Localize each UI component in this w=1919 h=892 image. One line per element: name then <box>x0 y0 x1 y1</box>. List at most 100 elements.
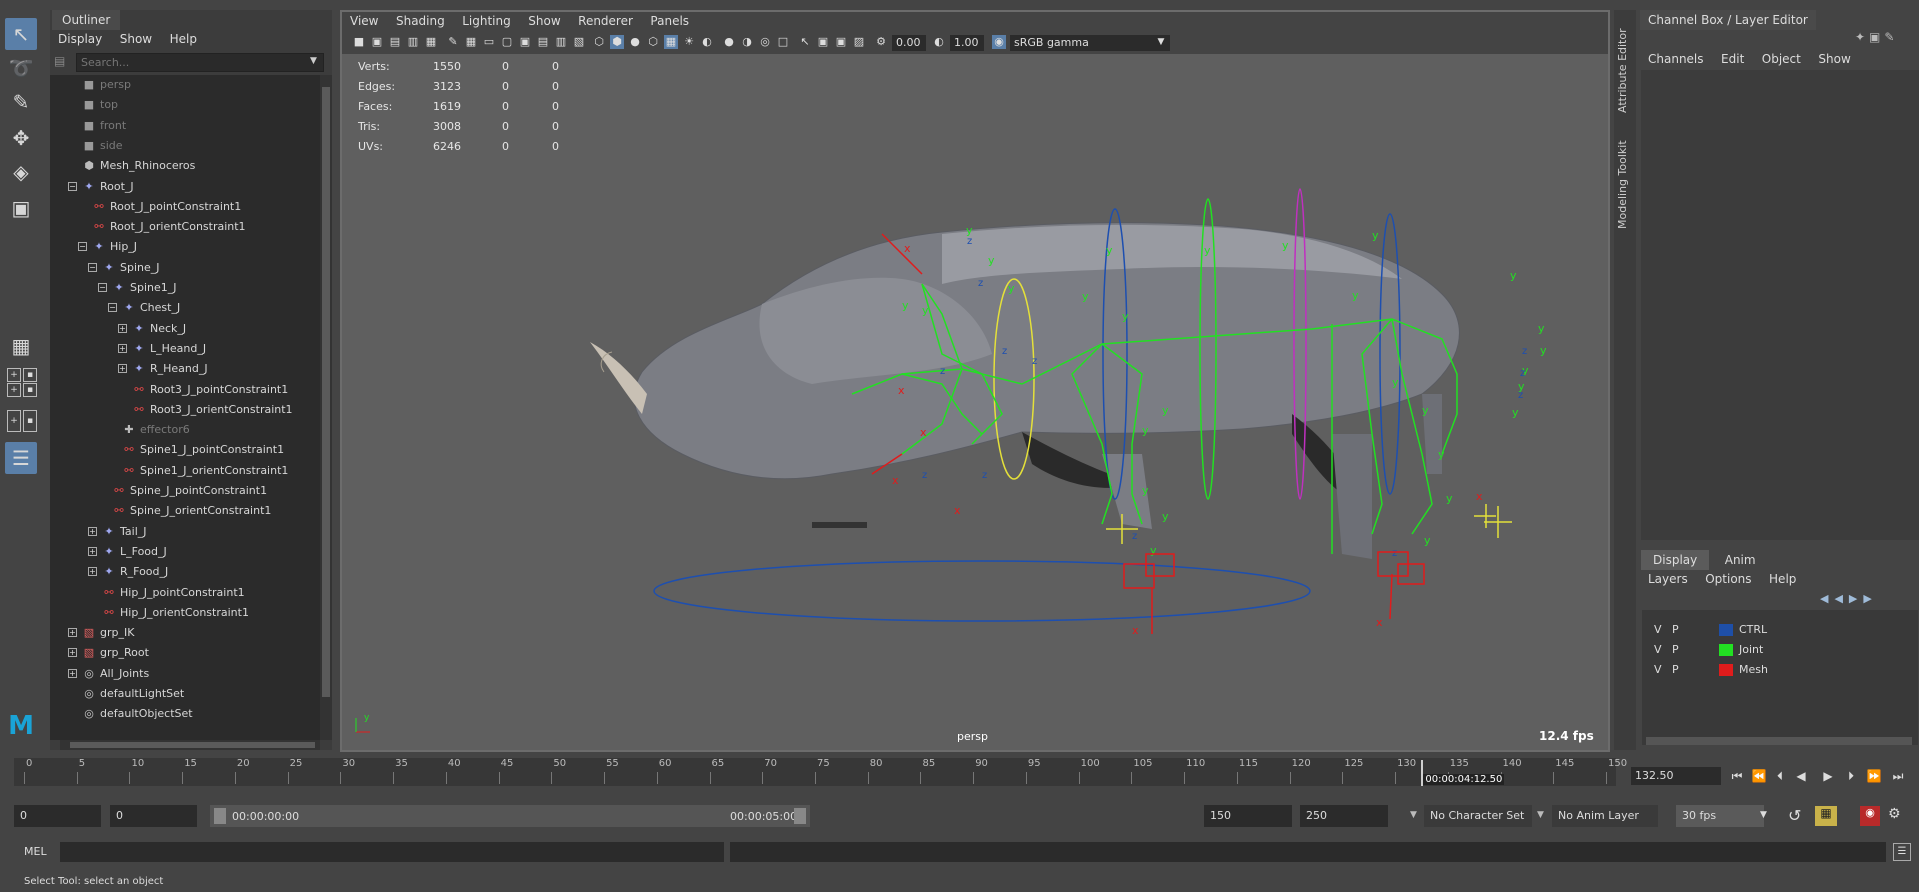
layer-visibility-toggle[interactable]: V <box>1654 620 1662 640</box>
screen-space-ao-icon[interactable]: ● <box>722 35 736 49</box>
collapse-icon[interactable]: − <box>68 181 77 191</box>
layer-playback-toggle[interactable]: P <box>1672 660 1679 680</box>
range-end-handle[interactable] <box>794 808 806 824</box>
image-plane-icon[interactable]: ▥ <box>406 35 420 49</box>
outliner-item[interactable]: ■ persp <box>82 75 131 95</box>
outliner-search-input[interactable] <box>76 53 324 72</box>
layer-action-icons[interactable]: ◀◀▶▶ <box>1820 592 1916 606</box>
outliner-item[interactable]: ⚯ Hip_J_orientConstraint1 <box>102 603 249 623</box>
color-management-icon[interactable]: ◉ <box>992 35 1006 49</box>
auto-key-icon[interactable]: ▦ <box>1815 806 1837 826</box>
tab-attribute-editor[interactable]: Attribute Editor <box>1616 24 1634 118</box>
scale-tool-icon[interactable]: ▣ <box>5 192 37 224</box>
bookmark-icon[interactable]: ▤ <box>388 35 402 49</box>
outliner-item[interactable]: ◎ defaultLightSet <box>82 684 184 704</box>
outliner-item[interactable]: + ✦ L_Food_J <box>88 542 167 562</box>
outliner-menu-help[interactable]: Help <box>170 30 197 48</box>
xray-components-icon[interactable]: ▨ <box>852 35 866 49</box>
move-tool-icon[interactable]: ✥ <box>5 122 37 154</box>
outliner-item[interactable]: ◎ defaultObjectSet <box>82 704 192 724</box>
play-backwards-icon[interactable]: ◀ <box>1793 768 1809 784</box>
filter-icon[interactable]: ▤ <box>54 54 70 70</box>
layer-menu-layers[interactable]: Layers <box>1648 570 1688 588</box>
outliner-item[interactable]: ■ side <box>82 136 123 156</box>
outliner-item[interactable]: ⬢ Mesh_Rhinoceros <box>82 156 195 176</box>
isolate-select-icon[interactable]: ↖ <box>798 35 812 49</box>
depth-of-field-icon[interactable]: □ <box>776 35 790 49</box>
go-to-end-icon[interactable]: ⏭ <box>1890 768 1906 784</box>
tab-anim[interactable]: Anim <box>1713 550 1768 570</box>
viewport-menu-panels[interactable]: Panels <box>650 12 689 30</box>
layer-hscrollbar[interactable] <box>1646 737 1912 745</box>
outliner-item[interactable]: ⚯ Root3_J_pointConstraint1 <box>132 380 288 400</box>
outliner-item[interactable]: − ✦ Spine_J <box>88 258 160 278</box>
channel-menu-edit[interactable]: Edit <box>1721 50 1744 68</box>
step-back-key-icon[interactable]: ⏪ <box>1751 768 1767 784</box>
select-tool-icon[interactable]: ↖ <box>5 18 37 50</box>
settings-icon[interactable]: ⚙ <box>1888 806 1908 826</box>
shadows-icon[interactable]: ◐ <box>700 35 714 49</box>
range-slider[interactable]: 00:00:00:00 00:00:05:00 <box>210 805 810 827</box>
outliner-item[interactable]: ⚯ Root_J_pointConstraint1 <box>92 197 241 217</box>
camera-select-icon[interactable]: ■ <box>352 35 366 49</box>
play-forwards-icon[interactable]: ▶ <box>1820 768 1836 784</box>
layout-persp-icon[interactable]: ▪ <box>23 368 37 382</box>
wireframe-on-shaded-icon[interactable]: ⬡ <box>646 35 660 49</box>
animation-start-field[interactable]: 0 <box>14 805 101 827</box>
tab-modeling-toolkit[interactable]: Modeling Toolkit <box>1616 136 1634 234</box>
fps-dropdown[interactable]: 30 fps <box>1676 805 1764 827</box>
layer-color-swatch[interactable] <box>1719 664 1733 676</box>
expand-icon[interactable]: + <box>68 668 77 678</box>
default-material-icon[interactable]: ● <box>628 35 642 49</box>
expand-icon[interactable]: + <box>118 343 127 353</box>
time-slider[interactable]: 0 5 10 15 20 25 30 35 40 45 50 55 60 65 70 75 80 85 90 95 10… <box>14 758 1627 786</box>
layout-stack-icon[interactable]: ▪ <box>23 410 37 432</box>
viewport-menu-show[interactable]: Show <box>528 12 560 30</box>
safe-title-icon[interactable]: ▧ <box>572 35 586 49</box>
channel-menu-object[interactable]: Object <box>1762 50 1801 68</box>
use-all-lights-icon[interactable]: ☀ <box>682 35 696 49</box>
search-dropdown-icon[interactable]: ▼ <box>310 56 317 66</box>
motion-blur-icon[interactable]: ◑ <box>740 35 754 49</box>
gate-mask-icon[interactable]: ▣ <box>518 35 532 49</box>
viewport-panel[interactable]: View Shading Lighting Show Renderer Pane… <box>340 10 1610 752</box>
layer-playback-toggle[interactable]: P <box>1672 640 1679 660</box>
rotate-tool-icon[interactable]: ◈ <box>5 156 37 188</box>
viewport-menu-renderer[interactable]: Renderer <box>578 12 633 30</box>
layer-visibility-toggle[interactable]: V <box>1654 640 1662 660</box>
outliner-item[interactable]: + ▧ grp_Root <box>68 643 149 663</box>
field-chart-icon[interactable]: ▤ <box>536 35 550 49</box>
smooth-shade-icon[interactable]: ⬢ <box>610 35 624 49</box>
outliner-menu-show[interactable]: Show <box>120 30 152 48</box>
collapse-icon[interactable]: − <box>88 262 97 272</box>
outliner-item[interactable]: ⚯ Root3_J_orientConstraint1 <box>132 400 292 420</box>
tab-display[interactable]: Display <box>1641 550 1710 570</box>
playback-end-field[interactable]: 150 <box>1204 805 1292 827</box>
layout-two-icon[interactable]: + <box>7 383 21 397</box>
lasso-tool-icon[interactable]: ➰ <box>5 52 37 84</box>
outliner-item[interactable]: ■ front <box>82 116 126 136</box>
channel-menu-show[interactable]: Show <box>1818 50 1850 68</box>
channel-menu-channels[interactable]: Channels <box>1648 50 1704 68</box>
expand-icon[interactable]: + <box>68 628 77 638</box>
channel-box-toolbar-icons[interactable]: ✦▣✎ <box>1855 30 1915 46</box>
layer-row[interactable]: V P Mesh <box>1642 660 1918 680</box>
outliner-item[interactable]: + ✦ R_Heand_J <box>118 359 208 379</box>
paint-tool-icon[interactable]: ✎ <box>5 86 37 118</box>
exposure-field[interactable]: 0.00 <box>892 35 926 51</box>
expand-icon[interactable]: + <box>68 648 77 658</box>
outliner-vertical-scrollbar[interactable] <box>320 75 332 740</box>
layout-single-icon[interactable]: ▦ <box>5 330 37 362</box>
textured-icon[interactable]: ▦ <box>664 35 678 49</box>
outliner-item[interactable]: ⚯ Hip_J_pointConstraint1 <box>102 583 244 603</box>
outliner-layout-icon[interactable]: ☰ <box>5 442 37 474</box>
outliner-item[interactable]: ⚯ Root_J_orientConstraint1 <box>92 217 245 237</box>
layer-row[interactable]: V P CTRL <box>1642 620 1918 640</box>
grease-pencil-icon[interactable]: ✎ <box>446 35 460 49</box>
collapse-icon[interactable]: − <box>78 242 87 252</box>
layout-side-icon[interactable]: + <box>7 410 21 432</box>
outliner-item[interactable]: ✚ effector6 <box>122 420 189 440</box>
expand-icon[interactable]: + <box>118 323 127 333</box>
anim-layer-chevron-icon[interactable]: ▼ <box>1537 810 1544 820</box>
layer-menu-options[interactable]: Options <box>1705 570 1751 588</box>
